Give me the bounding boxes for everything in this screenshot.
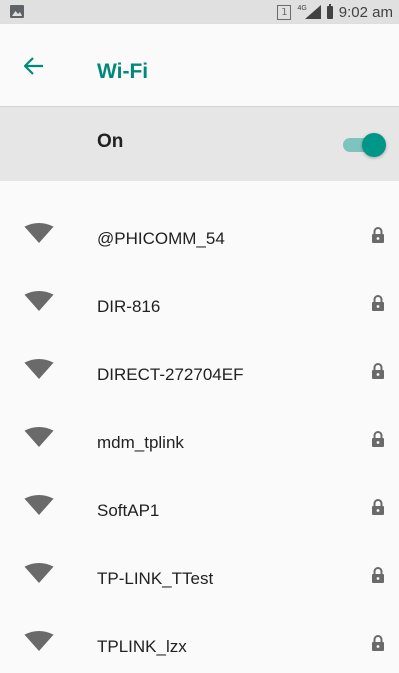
wifi-switch-label: On: [97, 131, 124, 152]
network-ssid: mdm_tplink: [97, 433, 184, 452]
network-ssid: DIR-816: [97, 297, 161, 316]
network-list-item[interactable]: DIRECT-272704EF: [0, 317, 399, 385]
lock-icon: [372, 431, 384, 447]
image-notification-icon: [10, 5, 24, 18]
network-ssid: DIRECT-272704EF: [97, 365, 244, 384]
network-ssid: TP-LINK_TTest: [97, 569, 214, 588]
network-list-item[interactable]: TPLINK_lzx: [0, 589, 399, 657]
status-bar: 1 4G 9:02 am: [0, 0, 399, 24]
wifi-signal-icon: [24, 427, 54, 447]
network-list-item[interactable]: DIR-816: [0, 249, 399, 317]
network-ssid: SoftAP1: [97, 501, 160, 520]
wifi-signal-icon: [24, 495, 54, 515]
clock: 9:02 am: [338, 3, 393, 21]
wifi-signal-icon: [24, 291, 54, 311]
page-title: Wi-Fi: [97, 60, 149, 83]
back-button[interactable]: [20, 52, 48, 80]
lock-icon: [372, 363, 384, 379]
status-icons: 1 4G 9:02 am: [277, 0, 393, 24]
lock-icon: [372, 499, 384, 515]
network-list-item[interactable]: SoftAP1: [0, 453, 399, 521]
wifi-master-switch-row[interactable]: On: [0, 107, 399, 181]
lock-icon: [372, 635, 384, 651]
app-bar: Wi-Fi: [0, 24, 399, 107]
network-list-item[interactable]: mdm_tplink: [0, 385, 399, 453]
lock-icon: [372, 295, 384, 311]
battery-icon: [326, 3, 333, 19]
network-ssid: TPLINK_lzx: [97, 637, 187, 656]
sim-slot-icon: 1: [277, 4, 292, 20]
switch-thumb: [362, 133, 386, 157]
wifi-signal-icon: [24, 563, 54, 583]
network-list-item[interactable]: @PHICOMM_54: [0, 181, 399, 249]
wifi-signal-icon: [24, 359, 54, 379]
network-list-item[interactable]: TP-LINK_TTest: [0, 521, 399, 589]
network-ssid: @PHICOMM_54: [97, 229, 225, 248]
wifi-signal-icon: [24, 223, 54, 243]
lock-icon: [372, 227, 384, 243]
arrow-back-icon: [24, 57, 43, 75]
lock-icon: [372, 567, 384, 583]
wifi-toggle-switch[interactable]: [340, 132, 386, 158]
cell-signal-icon: 4G: [297, 5, 321, 19]
wifi-signal-icon: [24, 631, 54, 651]
network-list: @PHICOMM_54 DIR-816 DIRECT-272704EF mdm_tpl…: [0, 181, 399, 657]
